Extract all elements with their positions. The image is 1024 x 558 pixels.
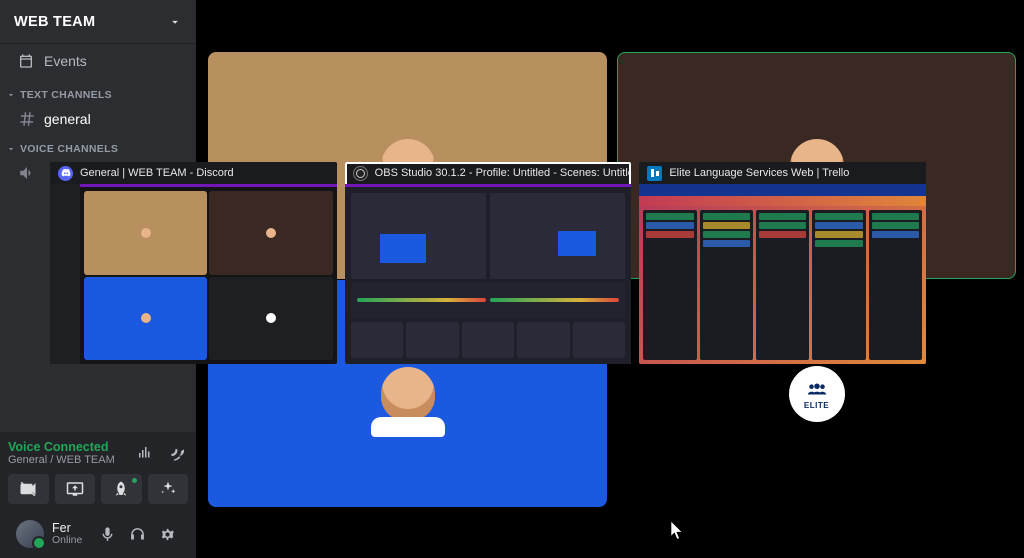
elite-label: ELITE [804,401,829,410]
deafen-button[interactable] [124,521,150,547]
channel-name: general [44,111,91,127]
user-name: Fer [52,522,82,535]
settings-button[interactable] [154,521,180,547]
people-icon [806,378,828,400]
window-title: Elite Language Services Web | Trello [669,167,849,179]
camera-button[interactable] [8,474,49,504]
mic-icon [99,526,116,543]
alt-tab-window-trello[interactable]: Elite Language Services Web | Trello [639,162,926,364]
window-title: OBS Studio 30.1.2 - Profile: Untitled - … [375,167,632,179]
voice-status: Voice Connected [8,440,115,454]
chevron-down-icon [168,15,182,29]
disconnect-button[interactable] [162,440,188,466]
window-title: General | WEB TEAM - Discord [80,167,234,179]
screen-icon [66,480,84,498]
events-label: Events [44,53,87,69]
voice-channels-header[interactable]: VOICE CHANNELS [0,133,196,159]
activity-indicator [132,478,137,483]
alt-tab-switcher: General | WEB TEAM - Discord OBS Studio … [50,162,926,364]
discord-icon [58,166,73,181]
server-header[interactable]: WEB TEAM [0,0,196,44]
calendar-icon [18,53,34,69]
camera-off-icon [19,480,37,498]
text-channels-header[interactable]: TEXT CHANNELS [0,79,196,105]
chevron-down-icon [6,90,16,100]
soundboard-button[interactable] [148,474,189,504]
alt-tab-window-discord[interactable]: General | WEB TEAM - Discord [50,162,337,364]
speaker-icon [18,164,36,182]
cursor-icon [670,520,684,540]
window-thumbnail [639,184,926,364]
gear-icon [159,526,176,543]
participant-head [381,367,435,421]
text-channel-general[interactable]: general [0,105,196,133]
voice-panel: Voice Connected General / WEB TEAM [0,432,196,558]
voice-location: General / WEB TEAM [8,454,115,466]
hash-icon [18,110,36,128]
rocket-icon [112,480,130,498]
mute-button[interactable] [94,521,120,547]
user-panel: Fer Online [8,510,188,558]
user-status: Online [52,534,82,546]
obs-icon [353,166,368,181]
server-name: WEB TEAM [14,14,95,30]
trello-icon [647,166,662,181]
screenshare-button[interactable] [55,474,96,504]
activity-button[interactable] [101,474,142,504]
window-thumbnail [345,184,632,364]
elite-logo: ELITE [789,366,845,422]
signal-icon [136,444,154,462]
alt-tab-window-obs[interactable]: OBS Studio 30.1.2 - Profile: Untitled - … [345,162,632,364]
window-thumbnail [50,184,337,364]
user-avatar[interactable] [16,520,44,548]
chevron-down-icon [6,144,16,154]
headphones-icon [129,526,146,543]
noise-suppression-button[interactable] [132,440,158,466]
disconnect-icon [166,444,184,462]
sparkle-icon [159,480,177,498]
events-button[interactable]: Events [0,44,196,79]
